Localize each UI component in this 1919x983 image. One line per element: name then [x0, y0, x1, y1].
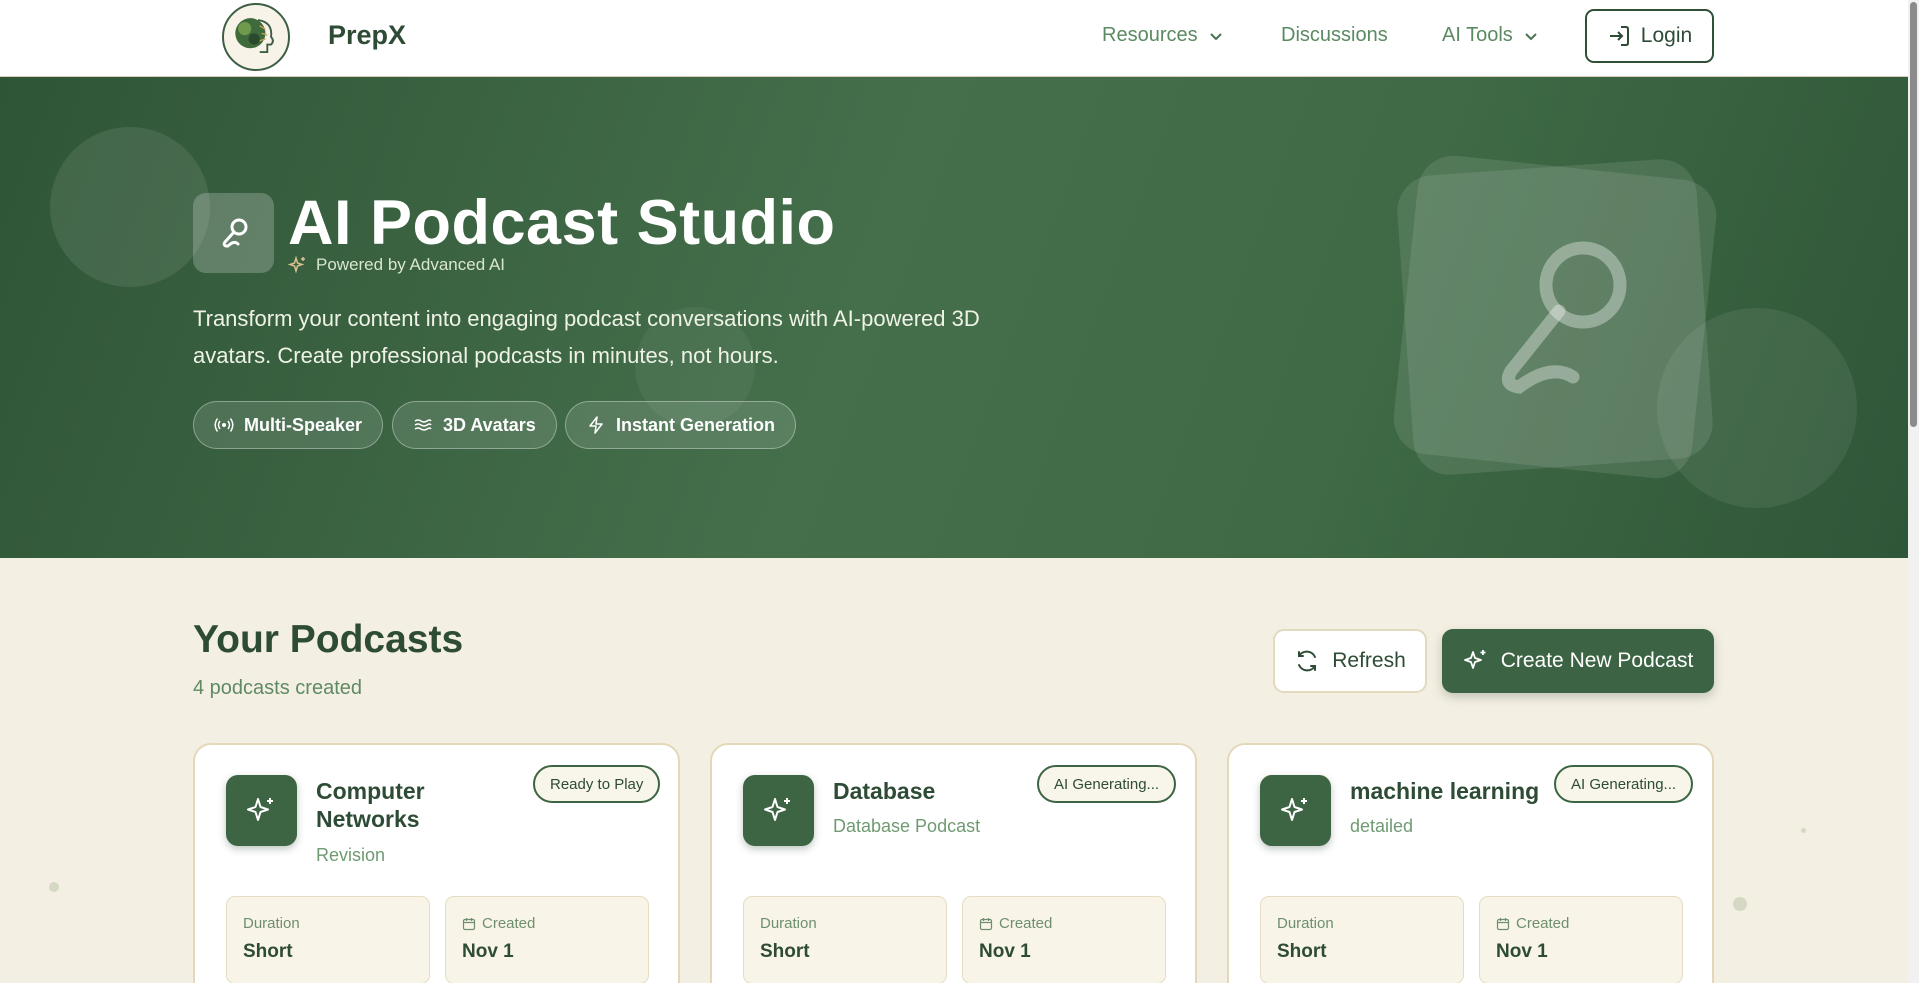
sparkles-icon: [246, 797, 273, 821]
status-badge: Ready to Play: [533, 765, 661, 803]
duration-stat: Duration Short: [226, 896, 430, 983]
created-label: Created: [999, 915, 1053, 932]
large-microphone-icon: [1501, 241, 1627, 394]
refresh-icon: [1298, 650, 1317, 672]
login-icon: [1609, 26, 1629, 46]
created-stat: Created Nov 1: [962, 896, 1166, 983]
duration-stat: Duration Short: [743, 896, 947, 983]
calendar-icon: [462, 917, 476, 930]
refresh-label: Refresh: [1332, 649, 1406, 672]
created-value: Nov 1: [979, 941, 1031, 962]
feature-pill-multi-speaker: Multi-Speaker: [193, 401, 384, 449]
feature-pill-3d-avatars: 3D Avatars: [392, 401, 557, 449]
microphone-icon: [222, 218, 247, 248]
status-badge: AI Generating...: [1037, 765, 1177, 803]
podcast-card[interactable]: Computer Networks Revision Ready to Play…: [193, 743, 680, 983]
sparkles-icon: [288, 255, 305, 274]
login-label: Login: [1640, 24, 1693, 47]
created-stat: Created Nov 1: [1479, 896, 1683, 983]
section-title: Your Podcasts: [193, 618, 464, 661]
hero-title: AI Podcast Studio: [288, 188, 836, 258]
created-label-row: Created: [462, 915, 535, 932]
podcast-title: machine learning: [1350, 778, 1540, 804]
page-scrollbar[interactable]: [1908, 0, 1919, 983]
lightning-icon: [589, 416, 603, 434]
nav-ai-tools[interactable]: AI Tools: [1442, 24, 1539, 47]
calendar-icon: [979, 917, 993, 930]
created-label-row: Created: [1496, 915, 1569, 932]
podcast-count: 4 podcasts created: [193, 677, 362, 699]
podcast-subtitle: Revision: [316, 845, 386, 865]
scrollbar-thumb[interactable]: [1910, 2, 1917, 427]
duration-label: Duration: [760, 915, 817, 932]
podcast-card-icon: [226, 775, 297, 846]
created-label: Created: [1516, 915, 1570, 932]
refresh-button[interactable]: Refresh: [1273, 629, 1427, 693]
duration-label: Duration: [1277, 915, 1334, 932]
nav-discussions[interactable]: Discussions: [1281, 24, 1388, 47]
brand-logo[interactable]: [222, 3, 290, 71]
decorative-circle: [50, 127, 210, 287]
created-stat: Created Nov 1: [445, 896, 649, 983]
feature-label: Multi-Speaker: [244, 414, 363, 435]
create-new-podcast-button[interactable]: Create New Podcast: [1442, 629, 1714, 693]
podcast-subtitle: Database Podcast: [833, 816, 981, 836]
status-badge: AI Generating...: [1554, 765, 1694, 803]
powered-by-text: Powered by Advanced AI: [316, 255, 506, 274]
podcast-subtitle: detailed: [1350, 816, 1414, 836]
brand-name[interactable]: PrepX: [328, 20, 406, 51]
nav-resources[interactable]: Resources: [1102, 24, 1224, 47]
create-label: Create New Podcast: [1500, 649, 1694, 672]
podcast-card[interactable]: Database Database Podcast AI Generating.…: [710, 743, 1197, 983]
podcast-card-icon: [1260, 775, 1331, 846]
duration-label: Duration: [243, 915, 300, 932]
feature-label: Instant Generation: [616, 414, 776, 435]
hero-illustration: [1383, 145, 1728, 490]
created-value: Nov 1: [462, 941, 514, 962]
created-label: Created: [482, 915, 536, 932]
duration-value: Short: [1277, 941, 1327, 962]
hero-description: Transform your content into engaging pod…: [193, 306, 980, 368]
chevron-down-icon: [1209, 32, 1222, 40]
chevron-down-icon: [1525, 32, 1537, 40]
decorative-dot: [1801, 828, 1806, 833]
podcast-card-icon: [743, 775, 814, 846]
login-button[interactable]: Login: [1585, 9, 1714, 63]
feature-pill-instant-generation: Instant Generation: [565, 401, 797, 449]
podcast-card[interactable]: machine learning detailed AI Generating.…: [1227, 743, 1714, 983]
calendar-icon: [1496, 917, 1510, 930]
created-label-row: Created: [979, 915, 1052, 932]
duration-value: Short: [243, 941, 293, 962]
brain-logo-icon: [235, 18, 274, 53]
sparkles-icon: [1463, 650, 1486, 669]
podcast-title: Database: [833, 778, 936, 804]
sparkles-icon: [763, 797, 790, 821]
feature-label: 3D Avatars: [443, 414, 536, 435]
duration-value: Short: [760, 941, 810, 962]
created-value: Nov 1: [1496, 941, 1548, 962]
podcast-title: Computer Networks: [316, 778, 425, 832]
decorative-dot: [49, 882, 59, 892]
nav-resources-label: Resources: [1102, 24, 1198, 46]
broadcast-icon: [214, 418, 234, 432]
powered-by-tagline: Powered by Advanced AI: [288, 255, 505, 275]
nav-discussions-label: Discussions: [1281, 24, 1388, 46]
duration-stat: Duration Short: [1260, 896, 1464, 983]
hero-mic-badge: [193, 193, 274, 273]
nav-ai-tools-label: AI Tools: [1442, 24, 1513, 46]
waves-icon: [414, 419, 432, 431]
top-navbar: PrepX Resources Discussions AI Tools Log…: [0, 0, 1908, 77]
decorative-dot: [1733, 897, 1747, 911]
sparkles-icon: [1280, 797, 1307, 821]
hero-banner: AI Podcast Studio Powered by Advanced AI…: [0, 77, 1908, 558]
